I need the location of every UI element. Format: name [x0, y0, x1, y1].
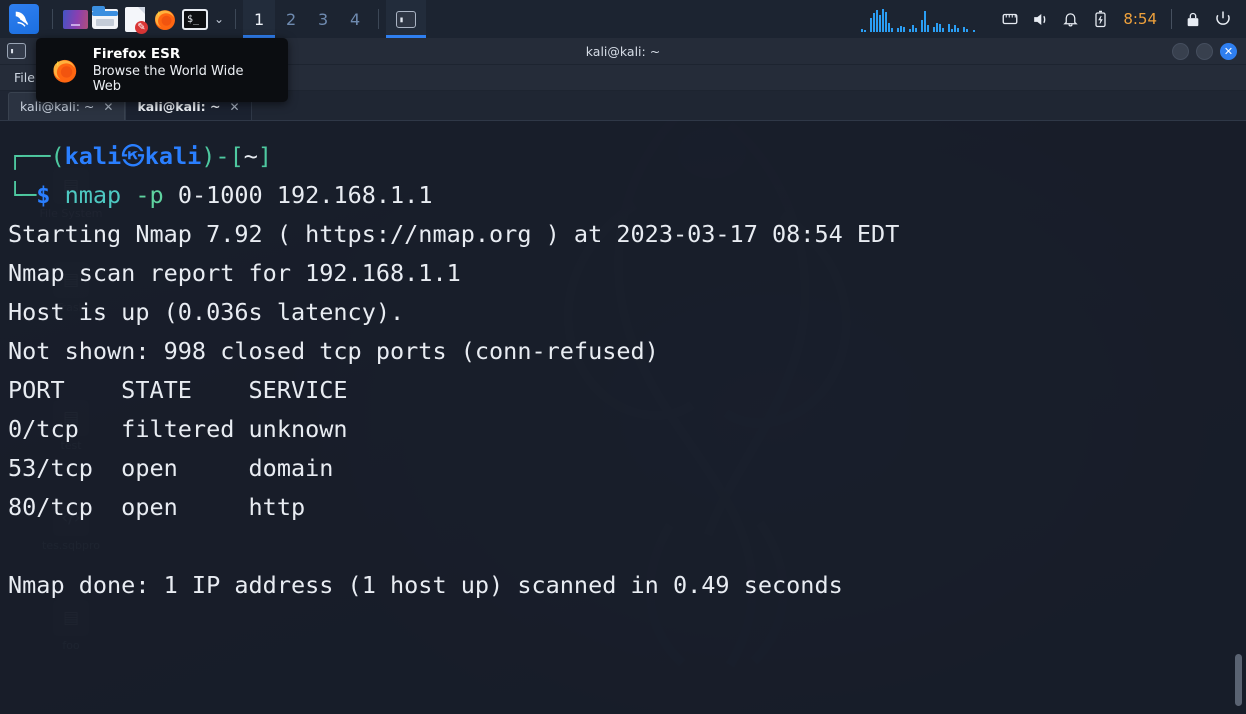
folder-icon: [92, 6, 118, 29]
tray-separator: [1171, 9, 1172, 29]
maximize-button[interactable]: [1196, 42, 1213, 60]
volume-icon[interactable]: [1025, 0, 1055, 38]
workspace-2[interactable]: 2: [275, 0, 307, 38]
prompt-cwd: ~: [243, 142, 258, 170]
menu-file[interactable]: File: [14, 70, 35, 85]
network-icon[interactable]: [995, 0, 1025, 38]
panel-separator-3: [378, 9, 380, 29]
command-args: 0-1000 192.168.1.1: [177, 181, 433, 209]
command-flag: -p: [135, 181, 164, 209]
chevron-down-icon[interactable]: ⌄: [210, 12, 228, 26]
text-editor-launcher[interactable]: ✎: [120, 4, 150, 34]
terminal-screen[interactable]: ┌──(kali㉿kali)-[~] └─$ nmap -p 0-1000 19…: [0, 121, 1246, 714]
scan-table-row-1: 0/tcp filtered unknown: [8, 415, 348, 443]
document-icon: ✎: [125, 6, 148, 34]
close-button[interactable]: ✕: [1220, 42, 1237, 60]
output-line-done: Nmap done: 1 IP address (1 host up) scan…: [8, 571, 843, 599]
tooltip-subtitle: Browse the World Wide Web: [92, 64, 244, 94]
gradient-app-icon: [62, 9, 88, 29]
clock[interactable]: 8:54: [1115, 10, 1165, 28]
lock-icon[interactable]: [1178, 0, 1208, 38]
kali-dragon-icon: [9, 4, 39, 34]
battery-icon[interactable]: [1085, 0, 1115, 38]
kali-menu-button[interactable]: [0, 0, 45, 38]
output-line-1: Starting Nmap 7.92 ( https://nmap.org ) …: [8, 220, 900, 248]
firefox-icon: [53, 59, 77, 83]
terminal-icon: ▮: [396, 10, 417, 28]
system-tray: 8:54: [861, 0, 1246, 38]
firefox-launcher[interactable]: [150, 4, 180, 34]
tooltip-title: Firefox ESR: [92, 46, 181, 62]
scan-table-row-3: 80/tcp open http: [8, 493, 306, 521]
prompt-at-glyph: ㉿: [121, 142, 145, 170]
top-panel: ✎ $_ ⌄ 1 2 3 4 ▮ 8:54: [0, 0, 1246, 38]
terminal-window: ▮ kali@kali: ~ ✕ File Actions Edit View …: [0, 38, 1246, 714]
prompt-dollar: $: [36, 181, 51, 209]
prompt-line1-left: ┌──(: [8, 142, 65, 170]
window-controls: ✕: [1172, 42, 1246, 60]
scan-table-header: PORT STATE SERVICE: [8, 376, 348, 404]
terminal-emulator-launcher[interactable]: [60, 4, 90, 34]
prompt-host: kali: [144, 142, 202, 170]
terminal-icon: $_: [182, 8, 208, 30]
prompt-line1-right: )-[: [201, 142, 244, 170]
output-line-2: Nmap scan report for 192.168.1.1: [8, 259, 461, 287]
firefox-tooltip: Firefox ESR Browse the World Wide Web: [36, 38, 288, 102]
task-terminal-button[interactable]: ▮: [386, 0, 427, 38]
workspace-4[interactable]: 4: [339, 0, 371, 38]
prompt-line2-left: └─: [8, 181, 37, 209]
prompt-line1-end: ]: [257, 142, 273, 170]
prompt-user: kali: [64, 142, 122, 170]
file-manager-launcher[interactable]: [90, 4, 120, 34]
workspace-3[interactable]: 3: [307, 0, 339, 38]
logout-icon[interactable]: [1208, 0, 1238, 38]
workspace-1[interactable]: 1: [243, 0, 276, 38]
firefox-icon: [155, 10, 175, 31]
command-name: nmap: [64, 181, 122, 209]
panel-separator-2: [235, 9, 237, 29]
scan-table-row-2: 53/tcp open domain: [8, 454, 334, 482]
terminal-launcher[interactable]: $_: [180, 4, 210, 34]
output-line-4: Not shown: 998 closed tcp ports (conn-re…: [8, 337, 659, 365]
notification-bell-icon[interactable]: [1055, 0, 1085, 38]
window-icon: ▮: [7, 43, 26, 59]
output-line-3: Host is up (0.036s latency).: [8, 298, 405, 326]
minimize-button[interactable]: [1172, 42, 1189, 60]
panel-separator: [52, 9, 53, 29]
terminal-icon: ▮: [7, 43, 26, 59]
network-activity-graph: [861, 6, 979, 32]
terminal-scrollbar[interactable]: [1235, 654, 1242, 706]
